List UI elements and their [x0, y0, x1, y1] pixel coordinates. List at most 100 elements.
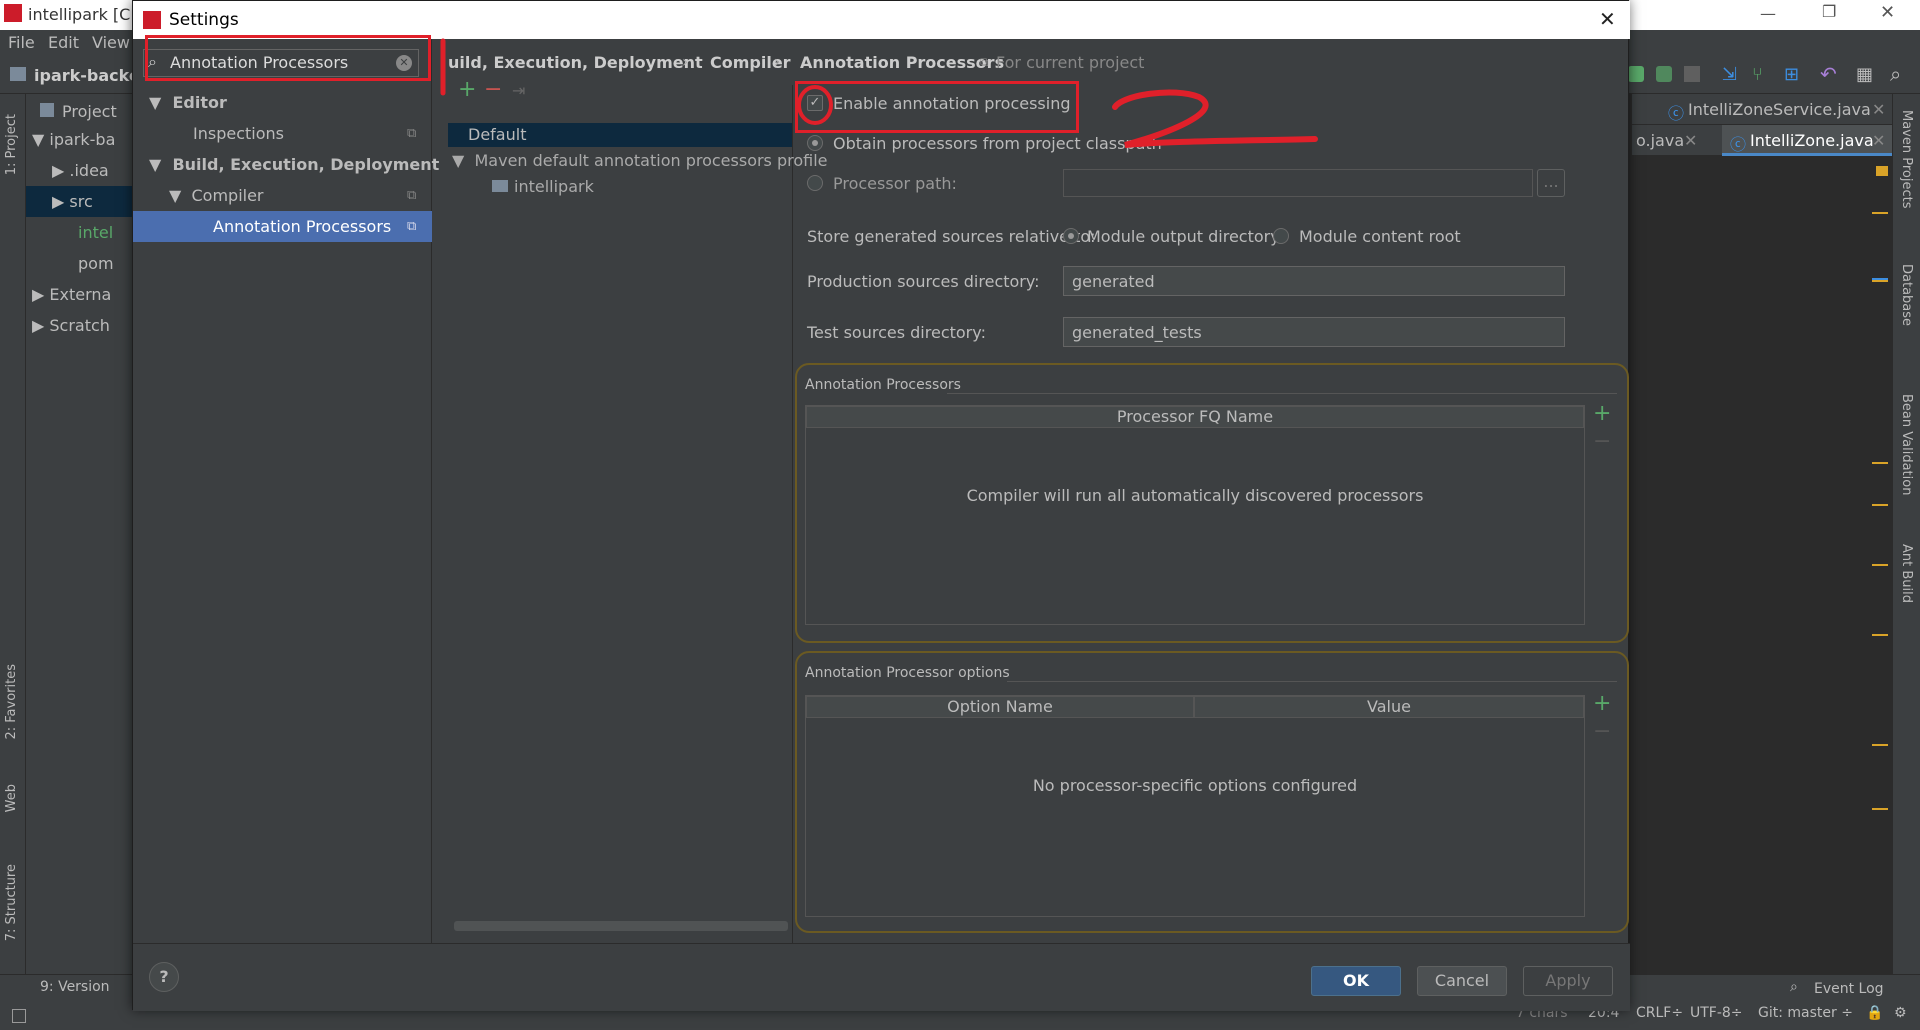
dialog-close-icon[interactable]: ✕ [1599, 7, 1616, 31]
module-content-root-label[interactable]: Module content root [1299, 227, 1461, 246]
menu-view[interactable]: View [92, 33, 130, 52]
minimize-icon[interactable]: — [1760, 4, 1776, 23]
tool-ant-build[interactable]: Ant Build [1899, 544, 1914, 603]
production-sources-input[interactable]: generated [1063, 266, 1565, 296]
project-structure-icon[interactable]: ▦ [1856, 64, 1873, 85]
marker[interactable] [1872, 564, 1888, 566]
restore-icon[interactable]: ❐ [1822, 2, 1836, 21]
right-tool-strip: Maven Projects Database Bean Validation … [1892, 94, 1920, 974]
status-encoding[interactable]: UTF-8÷ [1690, 1005, 1743, 1021]
ok-button[interactable]: OK [1311, 966, 1401, 996]
processor-path-input[interactable] [1063, 169, 1533, 197]
marker[interactable] [1872, 744, 1888, 746]
production-sources-label: Production sources directory: [807, 272, 1040, 291]
marker[interactable] [1872, 634, 1888, 636]
tool-web[interactable]: Web [4, 784, 19, 812]
horizontal-scrollbar[interactable] [454, 921, 788, 931]
close-tab-icon[interactable]: ✕ [1872, 131, 1885, 150]
project-tree-root[interactable]: ▼ ipark-ba [26, 124, 132, 155]
apply-button[interactable]: Apply [1523, 966, 1613, 996]
project-tool-title[interactable]: Project [62, 102, 117, 121]
remove-option-icon[interactable]: − [1593, 719, 1611, 744]
close-window-icon[interactable]: ✕ [1880, 2, 1895, 23]
tree-item-annotation-processors[interactable]: Annotation Processors ⧉ [133, 211, 432, 242]
status-git-branch[interactable]: Git: master ÷ [1758, 1005, 1853, 1021]
project-tree-item[interactable]: pom [26, 248, 132, 279]
search-everywhere-icon[interactable]: ⌕ [1890, 62, 1901, 86]
vcs-update-icon[interactable]: ⇲ [1722, 64, 1737, 85]
project-tree-item[interactable]: ▶ Scratch [26, 310, 132, 341]
tool-structure[interactable]: 7: Structure [4, 864, 19, 941]
module-output-label[interactable]: Module output directory [1087, 227, 1280, 246]
event-log[interactable]: Event Log [1814, 981, 1884, 997]
processor-path-radio[interactable] [807, 175, 823, 191]
lock-icon[interactable]: 🔒 [1866, 1005, 1883, 1021]
tree-item-compiler[interactable]: ▼ Compiler ⧉ [133, 180, 432, 211]
remove-profile-icon[interactable]: − [484, 77, 502, 102]
project-tree-item[interactable]: intel [26, 217, 132, 248]
module-output-radio[interactable] [1063, 228, 1079, 244]
add-processor-icon[interactable]: + [1593, 401, 1611, 426]
value-header[interactable]: Value [1194, 696, 1584, 718]
tree-item-build[interactable]: ▼ Build, Execution, Deployment [133, 149, 439, 180]
group-title: Annotation Processor options [805, 665, 1010, 681]
cancel-button[interactable]: Cancel [1417, 966, 1507, 996]
vcs-commit-icon[interactable]: ⑂ [1752, 64, 1763, 85]
add-option-icon[interactable]: + [1593, 691, 1611, 716]
marker[interactable] [1872, 808, 1888, 810]
profile-default[interactable]: Default [448, 123, 792, 147]
move-to-profile-icon[interactable]: ⇥ [512, 81, 525, 100]
tree-item-editor[interactable]: ▼ Editor [133, 87, 432, 118]
profile-maven-default[interactable]: ▼ Maven default annotation processors pr… [448, 149, 828, 173]
profile-module-item[interactable]: intellipark [448, 175, 792, 199]
toggle-panels-icon[interactable] [12, 1009, 26, 1023]
marker[interactable] [1872, 278, 1888, 280]
tree-item-inspections[interactable]: Inspections ⧉ [133, 118, 432, 149]
project-tree-item[interactable]: ▶ .idea [26, 155, 132, 186]
tool-favorites[interactable]: 2: Favorites [4, 664, 19, 740]
options-table[interactable]: Option Name Value No processor-specific … [805, 695, 1585, 917]
close-tab-icon[interactable]: ✕ [1872, 100, 1885, 119]
processor-fq-name-header[interactable]: Processor FQ Name [806, 406, 1584, 428]
tab-o-java[interactable]: o.java [1636, 131, 1684, 150]
tool-bean-validation[interactable]: Bean Validation [1899, 394, 1914, 495]
breadcrumb-build[interactable]: uild, Execution, Deployment [448, 53, 703, 72]
stop-icon[interactable] [1684, 66, 1700, 82]
help-button[interactable]: ? [149, 962, 179, 992]
marker[interactable] [1872, 462, 1888, 464]
tool-version-control[interactable]: 9: Version [40, 979, 110, 995]
memory-indicator-icon[interactable]: ⚙ [1894, 1005, 1907, 1021]
status-line-separator[interactable]: CRLF÷ [1636, 1005, 1683, 1021]
menu-file[interactable]: File [8, 33, 35, 52]
project-tree-item[interactable]: ▶ Externa [26, 279, 132, 310]
tool-project[interactable]: 1: Project [4, 114, 19, 175]
close-tab-icon[interactable]: ✕ [1684, 131, 1697, 150]
breadcrumb: uild, Execution, Deployment › Compiler ›… [448, 39, 1630, 85]
tab-intellizone[interactable]: ⓒ IntelliZone.java ✕ [1722, 125, 1892, 156]
tool-database[interactable]: Database [1899, 264, 1914, 326]
annotation-box-2 [795, 81, 1079, 133]
test-sources-input[interactable]: generated_tests [1063, 317, 1565, 347]
module-content-root-radio[interactable] [1273, 228, 1289, 244]
coverage-icon[interactable] [1656, 66, 1672, 82]
add-profile-icon[interactable]: + [458, 77, 476, 102]
browse-path-button[interactable]: ... [1537, 169, 1565, 197]
option-name-header[interactable]: Option Name [806, 696, 1194, 718]
marker[interactable] [1872, 212, 1888, 214]
vcs-compare-icon[interactable]: ⊞ [1784, 64, 1799, 85]
marker[interactable] [1872, 280, 1888, 282]
debug-icon[interactable] [1628, 66, 1644, 82]
intellij-logo-icon [4, 4, 22, 22]
tool-maven[interactable]: Maven Projects [1899, 110, 1914, 209]
menu-edit[interactable]: Edit [48, 33, 79, 52]
warning-marker[interactable] [1876, 166, 1888, 176]
marker[interactable] [1872, 504, 1888, 506]
project-tree-item[interactable]: ▶ src [26, 186, 132, 217]
remove-processor-icon[interactable]: − [1593, 429, 1611, 454]
processors-table[interactable]: Processor FQ Name Compiler will run all … [805, 405, 1585, 625]
tab-intellizoneservice[interactable]: IntelliZoneService.java [1688, 100, 1871, 119]
profile-module-label: intellipark [514, 177, 594, 196]
revert-icon[interactable]: ↶ [1820, 62, 1837, 86]
tree-label: Inspections [193, 124, 284, 143]
obtain-classpath-radio[interactable] [807, 135, 823, 151]
